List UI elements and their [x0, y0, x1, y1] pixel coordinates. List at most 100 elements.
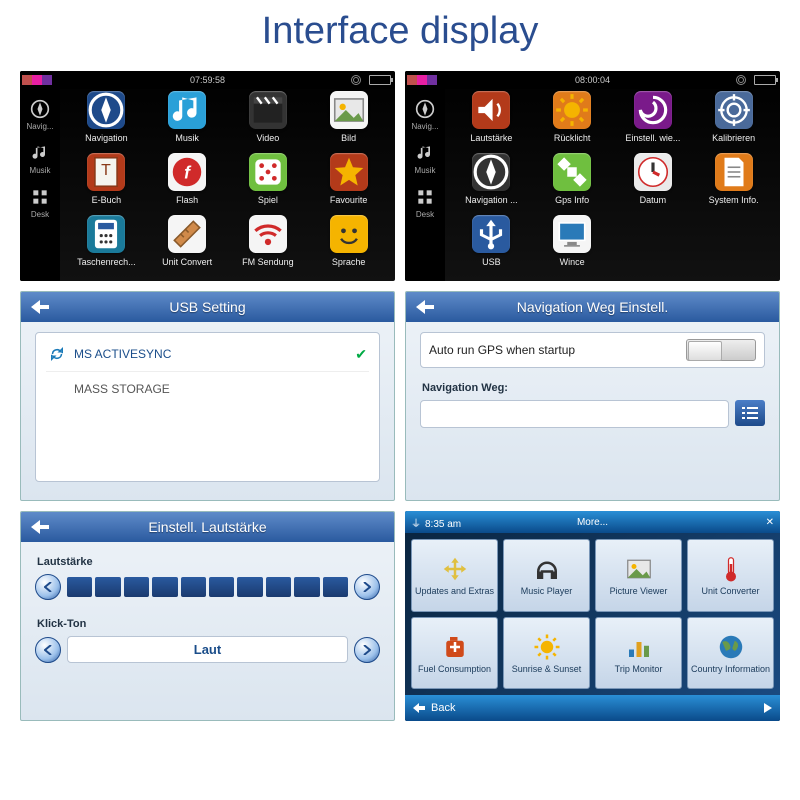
- chevron-right-icon: [363, 582, 371, 592]
- app-flash[interactable]: fFlash: [147, 153, 228, 215]
- sidebar-item-label: Navig...: [26, 122, 53, 131]
- star-icon: [330, 153, 368, 191]
- volume-down-button[interactable]: [35, 574, 61, 600]
- app-einstell-wie-[interactable]: Einstell. wie...: [613, 91, 694, 153]
- volume-up-button[interactable]: [354, 574, 380, 600]
- sun-icon: [553, 91, 591, 129]
- battery-icon: [754, 75, 776, 85]
- grid-icon: [30, 187, 50, 207]
- volume-setting-panel: Einstell. Lautstärke Lautstärke Klick-To…: [20, 511, 395, 721]
- autorun-gps-toggle[interactable]: [686, 339, 756, 361]
- volume-segment[interactable]: [67, 577, 92, 597]
- more-item-fuel-consumption[interactable]: Fuel Consumption: [411, 617, 498, 690]
- app-grid: LautstärkeRücklichtEinstell. wie...Kalib…: [445, 71, 780, 281]
- more-item-label: Picture Viewer: [610, 586, 668, 596]
- app-datum[interactable]: Datum: [613, 153, 694, 215]
- battery-icon: [369, 75, 391, 85]
- volume-segment[interactable]: [237, 577, 262, 597]
- volume-segment[interactable]: [323, 577, 348, 597]
- panel-title: Navigation Weg Einstell.: [517, 299, 668, 315]
- autorun-gps-label: Auto run GPS when startup: [429, 343, 575, 357]
- launcher-panel-left: 07:59:58 Navig...MusikDesk NavigationMus…: [20, 71, 395, 281]
- sidebar-item-label: Desk: [416, 210, 434, 219]
- more-item-sunrise-sunset[interactable]: Sunrise & Sunset: [503, 617, 590, 690]
- app-taschenrech-[interactable]: Taschenrech...: [66, 215, 147, 277]
- app-navigation[interactable]: Navigation: [66, 91, 147, 153]
- music-note-icon: [30, 143, 50, 163]
- app-label: Navigation ...: [465, 195, 518, 205]
- svg-text:T: T: [102, 162, 112, 179]
- app-e-buch[interactable]: TE-Buch: [66, 153, 147, 215]
- panel-title: USB Setting: [169, 299, 245, 315]
- app-label: Musik: [175, 133, 199, 143]
- volume-segment[interactable]: [152, 577, 177, 597]
- click-tone-prev-button[interactable]: [35, 637, 61, 663]
- app-label: USB: [482, 257, 501, 267]
- more-topbar: ⏚8:35 am More... ✕: [405, 511, 780, 533]
- sidebar-item-navig-[interactable]: Navig...: [405, 93, 445, 137]
- more-item-updates-and-extras[interactable]: Updates and Extras: [411, 539, 498, 612]
- usb-option-mass-storage[interactable]: MASS STORAGE: [46, 371, 369, 402]
- app-fm-sendung[interactable]: FM Sendung: [228, 215, 309, 277]
- dice-icon: [249, 153, 287, 191]
- more-item-label: Music Player: [521, 586, 573, 596]
- browse-button[interactable]: [735, 400, 765, 426]
- app-label: Bild: [341, 133, 356, 143]
- back-button[interactable]: Back: [413, 702, 455, 714]
- app-label: Navigation: [85, 133, 128, 143]
- sync-icon: [48, 345, 66, 363]
- more-item-trip-monitor[interactable]: Trip Monitor: [595, 617, 682, 690]
- volume-segment[interactable]: [266, 577, 291, 597]
- app-lautst-rke[interactable]: Lautstärke: [451, 91, 532, 153]
- clock-icon: [634, 153, 672, 191]
- app-system-info-[interactable]: System Info.: [693, 153, 774, 215]
- back-button[interactable]: [25, 296, 55, 318]
- app-gps-info[interactable]: Gps Info: [532, 153, 613, 215]
- app-unit-convert[interactable]: Unit Convert: [147, 215, 228, 277]
- back-button[interactable]: [410, 296, 440, 318]
- volume-segment[interactable]: [209, 577, 234, 597]
- sidebar-item-musik[interactable]: Musik: [20, 137, 60, 181]
- usb-setting-panel: USB Setting MS ACTIVESYNC✔ MASS STORAGE: [20, 291, 395, 501]
- more-item-music-player[interactable]: Music Player: [503, 539, 590, 612]
- app-sprache[interactable]: Sprache: [308, 215, 389, 277]
- forward-button[interactable]: [764, 703, 772, 713]
- launcher-sidebar: Navig...Musik Desk: [405, 71, 445, 281]
- app-navigation-[interactable]: Navigation ...: [451, 153, 532, 215]
- back-button[interactable]: [25, 516, 55, 538]
- compass-icon: [87, 91, 125, 129]
- app-video[interactable]: Video: [228, 91, 309, 153]
- usb-option-ms-activesync[interactable]: MS ACTIVESYNC✔: [46, 341, 369, 367]
- app-label: Spiel: [258, 195, 278, 205]
- wifi-icon: [249, 215, 287, 253]
- app-label: Gps Info: [555, 195, 589, 205]
- chevron-right-icon: [363, 645, 371, 655]
- app-label: Video: [256, 133, 279, 143]
- close-button[interactable]: ✕: [766, 517, 774, 528]
- sidebar-item-desk[interactable]: Desk: [20, 181, 60, 225]
- volume-segment[interactable]: [124, 577, 149, 597]
- sidebar-item-desk[interactable]: Desk: [405, 181, 445, 225]
- app-usb[interactable]: USB: [451, 215, 532, 277]
- app-bild[interactable]: Bild: [308, 91, 389, 153]
- nav-path-input[interactable]: [420, 400, 729, 428]
- app-musik[interactable]: Musik: [147, 91, 228, 153]
- app-kalibrieren[interactable]: Kalibrieren: [693, 91, 774, 153]
- app-favourite[interactable]: Favourite: [308, 153, 389, 215]
- app-r-cklicht[interactable]: Rücklicht: [532, 91, 613, 153]
- volume-segment[interactable]: [95, 577, 120, 597]
- volume-segment[interactable]: [294, 577, 319, 597]
- back-label: Back: [431, 702, 455, 714]
- more-item-picture-viewer[interactable]: Picture Viewer: [595, 539, 682, 612]
- app-wince[interactable]: Wince: [532, 215, 613, 277]
- usb-options-card: MS ACTIVESYNC✔ MASS STORAGE: [35, 332, 380, 482]
- volume-segment[interactable]: [181, 577, 206, 597]
- image-icon: [330, 91, 368, 129]
- app-spiel[interactable]: Spiel: [228, 153, 309, 215]
- more-item-country-information[interactable]: Country Information: [687, 617, 774, 690]
- more-item-unit-converter[interactable]: Unit Converter: [687, 539, 774, 612]
- sidebar-item-musik[interactable]: Musik: [405, 137, 445, 181]
- sidebar-item-navig-[interactable]: Navig...: [20, 93, 60, 137]
- nav-path-setting-panel: Navigation Weg Einstell. Auto run GPS wh…: [405, 291, 780, 501]
- click-tone-next-button[interactable]: [354, 637, 380, 663]
